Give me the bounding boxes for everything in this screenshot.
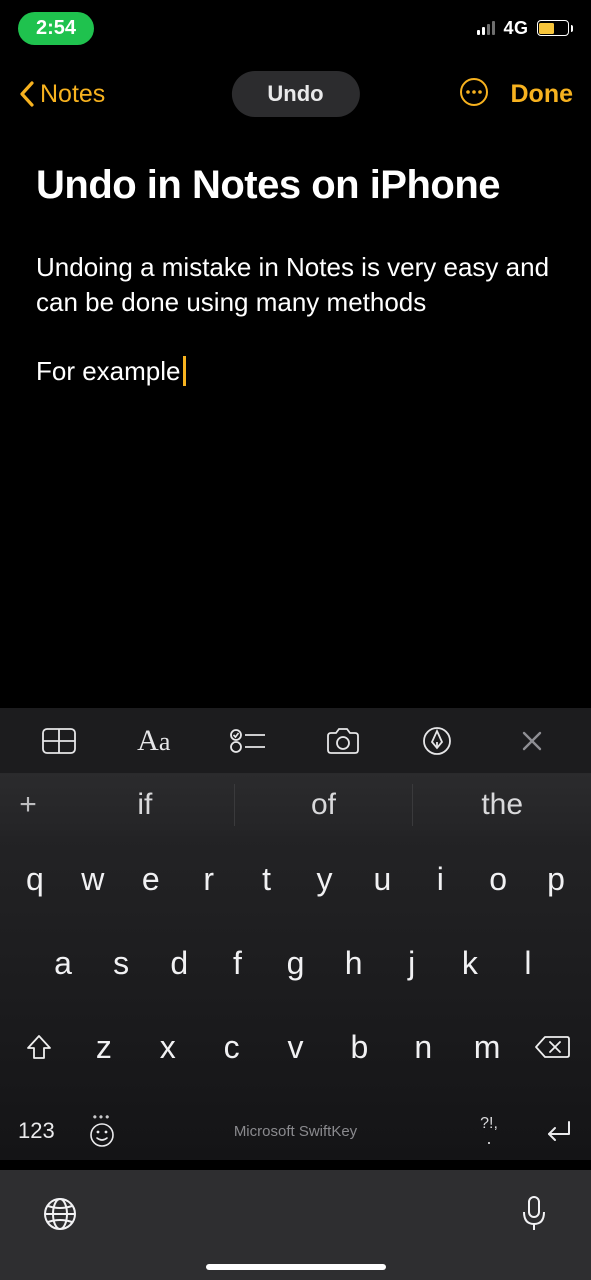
key-x[interactable]: x — [136, 1018, 200, 1076]
back-label: Notes — [40, 80, 105, 109]
key-s[interactable]: s — [92, 934, 150, 992]
key-a[interactable]: a — [34, 934, 92, 992]
keyboard: q w e r t y u i o p a s d f g h j k l — [0, 836, 591, 1160]
checklist-icon — [229, 727, 267, 755]
key-i[interactable]: i — [411, 850, 469, 908]
note-line-text: For example — [36, 356, 181, 387]
keyboard-row-2: a s d f g h j k l — [0, 934, 591, 992]
key-t[interactable]: t — [238, 850, 296, 908]
chevron-left-icon — [18, 80, 36, 108]
battery-icon — [537, 20, 574, 36]
key-l[interactable]: l — [499, 934, 557, 992]
keyboard-row-3: z x c v b n m — [0, 1018, 591, 1076]
suggestion-bar: + if of the — [0, 774, 591, 836]
markup-button[interactable] — [390, 708, 485, 773]
back-button[interactable]: Notes — [18, 80, 105, 109]
key-k[interactable]: k — [441, 934, 499, 992]
key-c[interactable]: c — [200, 1018, 264, 1076]
text-format-button[interactable]: Aa — [107, 708, 202, 773]
suggestion-word-2[interactable]: of — [235, 774, 413, 836]
key-o[interactable]: o — [469, 850, 527, 908]
done-button[interactable]: Done — [511, 80, 574, 109]
camera-button[interactable] — [296, 708, 391, 773]
text-cursor — [183, 356, 186, 386]
camera-icon — [324, 726, 362, 756]
emoji-icon — [89, 1122, 115, 1148]
key-b[interactable]: b — [327, 1018, 391, 1076]
punctuation-key[interactable]: ?!, . — [461, 1117, 517, 1145]
nav-bar: Notes Undo Done — [0, 56, 591, 132]
close-icon — [520, 729, 544, 753]
enter-icon — [539, 1118, 573, 1144]
cellular-signal-icon — [477, 21, 495, 35]
emoji-dots: ••• — [93, 1114, 112, 1120]
keyboard-row-1: q w e r t y u i o p — [0, 850, 591, 908]
globe-icon — [42, 1196, 78, 1232]
punct-bot: . — [486, 1131, 491, 1145]
key-j[interactable]: j — [383, 934, 441, 992]
more-button[interactable] — [459, 77, 489, 112]
close-toolbar-button[interactable] — [485, 708, 580, 773]
dictation-key[interactable] — [519, 1194, 549, 1239]
globe-key[interactable] — [42, 1196, 78, 1237]
suggestion-word-1[interactable]: if — [56, 774, 234, 836]
suggestion-plus-button[interactable]: + — [0, 774, 56, 836]
key-r[interactable]: r — [180, 850, 238, 908]
status-bar: 2:54 4G — [0, 0, 591, 56]
ellipsis-circle-icon — [459, 77, 489, 107]
text-format-icon: Aa — [137, 724, 170, 758]
network-label: 4G — [503, 18, 528, 39]
table-button[interactable] — [12, 708, 107, 773]
microphone-icon — [519, 1194, 549, 1234]
table-icon — [41, 727, 77, 755]
undo-pill[interactable]: Undo — [231, 71, 359, 117]
key-u[interactable]: u — [353, 850, 411, 908]
key-p[interactable]: p — [527, 850, 585, 908]
note-title[interactable]: Undo in Notes on iPhone — [36, 162, 555, 208]
key-y[interactable]: y — [296, 850, 354, 908]
note-body-paragraph[interactable]: Undoing a mistake in Notes is very easy … — [36, 250, 555, 320]
key-n[interactable]: n — [391, 1018, 455, 1076]
numbers-key[interactable]: 123 — [18, 1118, 74, 1144]
status-right: 4G — [477, 18, 573, 39]
note-body-line[interactable]: For example — [36, 356, 555, 387]
clock-pill[interactable]: 2:54 — [18, 12, 94, 45]
backspace-key[interactable] — [519, 1018, 585, 1076]
format-toolbar: Aa — [0, 708, 591, 774]
backspace-icon — [533, 1034, 571, 1060]
key-m[interactable]: m — [455, 1018, 519, 1076]
key-g[interactable]: g — [266, 934, 324, 992]
keyboard-row-4: 123 ••• Microsoft SwiftKey ?!, . — [0, 1102, 591, 1160]
keyboard-brand-label[interactable]: Microsoft SwiftKey — [130, 1123, 461, 1140]
emoji-key[interactable]: ••• — [74, 1114, 130, 1148]
markup-pen-icon — [422, 726, 452, 756]
key-f[interactable]: f — [208, 934, 266, 992]
key-d[interactable]: d — [150, 934, 208, 992]
shift-icon — [24, 1032, 54, 1062]
suggestion-word-3[interactable]: the — [413, 774, 591, 836]
key-w[interactable]: w — [64, 850, 122, 908]
checklist-button[interactable] — [201, 708, 296, 773]
system-bottom-bar — [0, 1170, 591, 1280]
keyboard-container: Aa — [0, 708, 591, 1280]
key-h[interactable]: h — [325, 934, 383, 992]
key-v[interactable]: v — [264, 1018, 328, 1076]
shift-key[interactable] — [6, 1018, 72, 1076]
key-e[interactable]: e — [122, 850, 180, 908]
key-z[interactable]: z — [72, 1018, 136, 1076]
home-indicator[interactable] — [206, 1264, 386, 1270]
key-q[interactable]: q — [6, 850, 64, 908]
note-editor[interactable]: Undo in Notes on iPhone Undoing a mistak… — [0, 132, 591, 387]
enter-key[interactable] — [517, 1118, 573, 1144]
